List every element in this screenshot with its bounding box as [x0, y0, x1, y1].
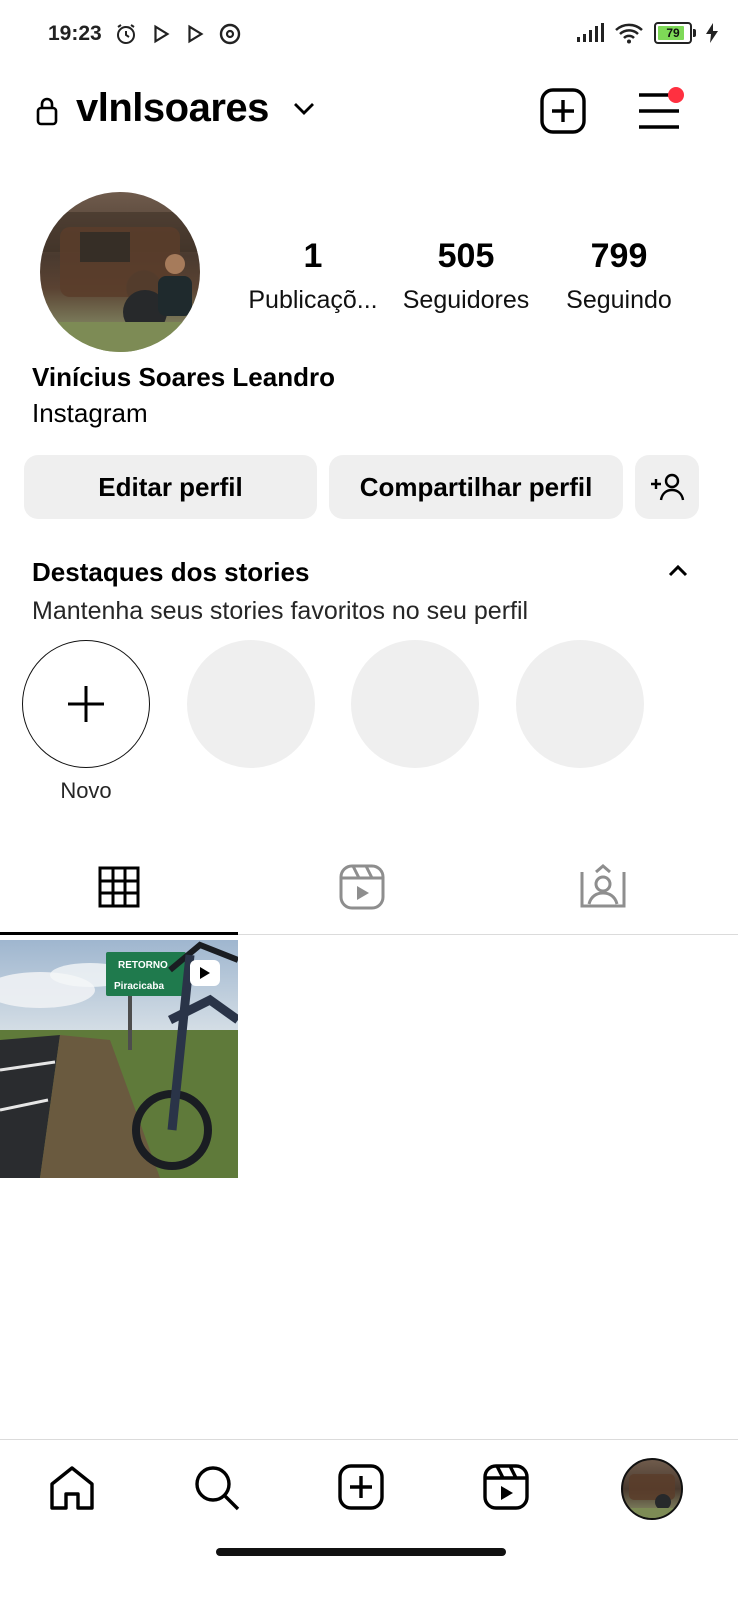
- post-sign-line2: Piracicaba: [114, 981, 164, 992]
- stat-following[interactable]: 799 Seguindo: [544, 237, 694, 315]
- avatar-photo: [40, 212, 200, 352]
- edit-profile-button[interactable]: Editar perfil: [24, 455, 317, 519]
- status-notification-icons: [114, 22, 242, 46]
- chevron-up-icon[interactable]: [666, 562, 690, 580]
- create-icon[interactable]: [338, 1464, 384, 1510]
- reels-icon[interactable]: [339, 864, 385, 910]
- nav-avatar-photo: [623, 1474, 681, 1518]
- battery-level: 79: [666, 26, 680, 40]
- play-store-icon: [188, 24, 204, 44]
- highlights-subtitle: Mantenha seus stories favoritos no seu p…: [32, 597, 529, 625]
- profile-full-name: Vinícius Soares Leandro: [32, 362, 335, 392]
- status-system-icons: 79: [576, 22, 718, 44]
- highlight-placeholder: [187, 640, 315, 768]
- profile-username[interactable]: vlnlsoares: [76, 86, 269, 131]
- chevron-down-icon[interactable]: [292, 101, 316, 117]
- play-store-icon: [154, 24, 170, 44]
- charging-icon: [706, 23, 718, 43]
- lock-icon: [36, 97, 58, 126]
- share-profile-button[interactable]: Compartilhar perfil: [329, 455, 623, 519]
- post-thumbnail[interactable]: RETORNO Piracicaba: [0, 940, 238, 1178]
- stat-followers-label: Seguidores: [402, 286, 530, 314]
- grid-icon[interactable]: [98, 866, 140, 908]
- create-post-icon[interactable]: [540, 88, 586, 134]
- active-tab-indicator: [0, 932, 238, 935]
- profile-bio: Instagram: [32, 398, 148, 428]
- home-indicator[interactable]: [216, 1548, 506, 1556]
- search-icon[interactable]: [193, 1464, 241, 1512]
- bottom-nav-divider: [0, 1439, 738, 1440]
- stat-posts[interactable]: 1 Publicaçõ...: [238, 237, 388, 315]
- new-highlight-button[interactable]: [22, 640, 150, 768]
- alarm-icon: [117, 24, 135, 44]
- battery-nub: [693, 29, 696, 37]
- discover-people-button[interactable]: [635, 455, 699, 519]
- reels-icon[interactable]: [483, 1464, 529, 1510]
- signal-icon: [577, 23, 604, 42]
- stat-followers[interactable]: 505 Seguidores: [391, 237, 541, 315]
- plus-icon: [68, 686, 104, 722]
- new-highlight-label: Novo: [60, 778, 112, 803]
- battery-icon: 79: [654, 22, 692, 44]
- post-image: RETORNO Piracicaba: [0, 940, 238, 1178]
- highlights-title: Destaques dos stories: [32, 557, 310, 587]
- wifi-icon: [615, 23, 643, 44]
- stat-following-count: 799: [590, 237, 648, 275]
- stat-posts-count: 1: [303, 237, 323, 275]
- add-person-icon: [651, 473, 685, 501]
- tagged-icon[interactable]: [580, 864, 626, 910]
- post-sign-line1: RETORNO: [118, 960, 168, 971]
- home-icon[interactable]: [48, 1464, 96, 1512]
- profile-avatar[interactable]: [40, 192, 200, 352]
- highlight-placeholder: [516, 640, 644, 768]
- profile-nav-avatar[interactable]: [621, 1458, 683, 1520]
- highlight-placeholder: [351, 640, 479, 768]
- stat-following-label: Seguindo: [566, 286, 672, 314]
- threads-icon: [219, 23, 241, 45]
- status-time: 19:23: [48, 22, 102, 45]
- notification-dot: [668, 87, 684, 103]
- stat-followers-count: 505: [437, 237, 495, 275]
- stat-posts-label: Publicaçõ...: [248, 286, 378, 314]
